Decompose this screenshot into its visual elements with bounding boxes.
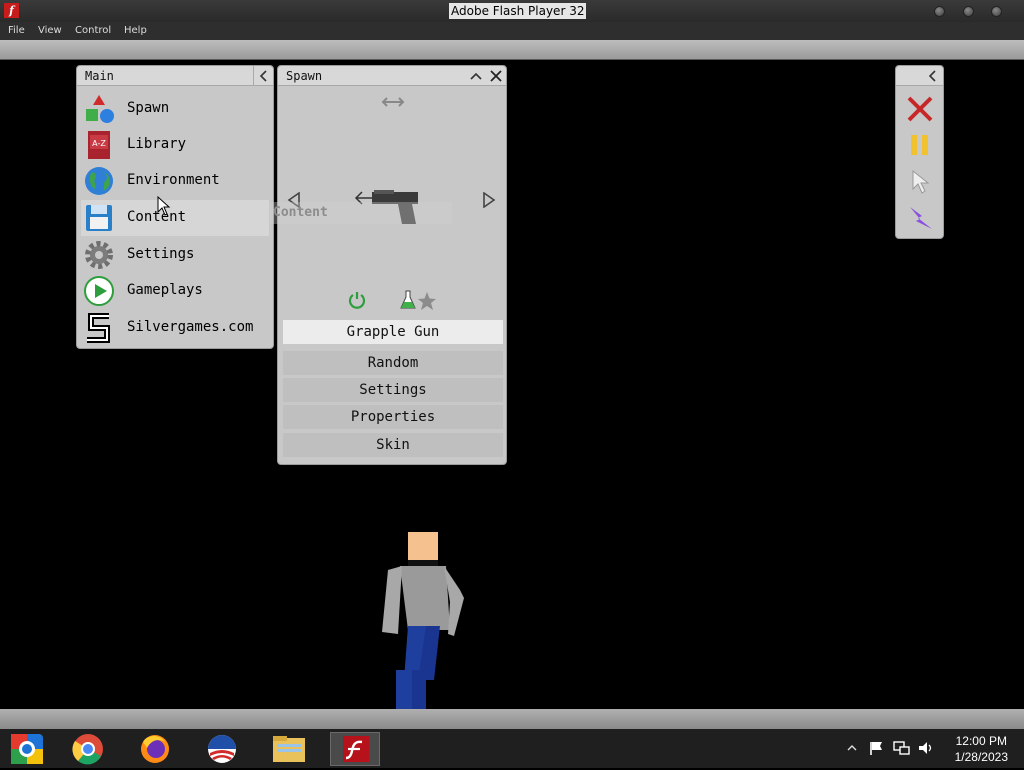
tool-panel [895, 65, 944, 239]
system-clock[interactable]: 12:00 PM 1/28/2023 [955, 733, 1008, 765]
menu-help[interactable]: Help [124, 25, 147, 36]
spawn-selected-item[interactable]: Grapple Gun [283, 320, 503, 344]
flash-player-icon [343, 736, 369, 762]
close-icon [490, 70, 502, 82]
firefox-icon [141, 735, 169, 763]
maximize-button[interactable] [963, 6, 974, 17]
gear-icon [85, 241, 113, 269]
spawn-selected-label: Grapple Gun [346, 324, 440, 340]
main-panel-header: Main [77, 66, 273, 86]
play-icon [84, 276, 114, 306]
lightning-tool-icon[interactable] [906, 204, 934, 232]
obama-logo-icon [208, 735, 236, 763]
spawn-option-label: Properties [350, 409, 436, 425]
menu-view[interactable]: View [38, 25, 62, 36]
taskbar-app[interactable] [7, 732, 47, 766]
collapse-tools-button[interactable] [923, 66, 943, 86]
main-item-gameplays[interactable]: Gameplays [81, 273, 269, 309]
main-panel-title: Main [85, 69, 114, 83]
spawn-option-properties[interactable]: Properties [283, 405, 503, 429]
spawn-option-label: Random [367, 355, 419, 371]
main-item-library[interactable]: A-Z Library [81, 127, 269, 163]
spawn-panel-title: Spawn [286, 69, 323, 83]
power-reset-icon[interactable] [347, 290, 367, 310]
clock-date: 1/28/2023 [954, 750, 1008, 764]
silvergames-logo-icon [87, 313, 110, 343]
window-title-bar: f Adobe Flash Player 32 [0, 0, 1024, 22]
flask-star-icon[interactable] [400, 289, 438, 311]
file-explorer-icon [273, 736, 305, 762]
main-item-environment[interactable]: Environment [81, 163, 269, 199]
main-item-spawn[interactable]: Spawn [81, 91, 269, 127]
chrome-icon [72, 734, 103, 765]
main-item-label: Gameplays [127, 282, 203, 298]
network-icon[interactable] [892, 740, 910, 756]
minimize-button[interactable] [934, 6, 945, 17]
main-item-label: Silvergames.com [127, 319, 254, 335]
main-panel: Main Spawn A-Z Library Environment Conte… [76, 65, 274, 349]
ragdoll-character[interactable] [378, 530, 468, 710]
clock-time: 12:00 PM [955, 734, 1007, 748]
window-title: Adobe Flash Player 32 [449, 3, 587, 19]
spawn-panel: Spawn Grapple Gun Random Settings Proper… [277, 65, 507, 465]
show-hidden-icons-icon[interactable] [846, 743, 858, 753]
chevron-left-icon [259, 70, 267, 82]
spawn-option-random[interactable]: Random [283, 351, 503, 375]
main-item-label: Library [127, 136, 187, 152]
taskbar-app[interactable] [68, 732, 108, 766]
spawn-option-settings[interactable]: Settings [283, 378, 503, 402]
collapse-up-button[interactable] [466, 66, 486, 86]
mouse-cursor-icon [157, 196, 171, 216]
main-item-label: Settings [127, 246, 195, 262]
book-glyph: A-Z [92, 139, 106, 148]
main-item-silvergames[interactable]: Silvergames.com [81, 310, 269, 346]
toolbar-strip [0, 40, 1024, 60]
globe-icon [85, 167, 113, 195]
next-item-icon[interactable] [482, 192, 496, 208]
flip-arrows-icon[interactable] [380, 96, 406, 108]
taskbar-app[interactable] [269, 732, 309, 766]
floppy-disk-icon [86, 205, 112, 231]
internet-explorer-icon [11, 734, 43, 764]
shapes-icon [86, 95, 114, 123]
main-item-label: Spawn [127, 100, 170, 116]
delete-tool-icon[interactable] [906, 95, 934, 123]
flag-icon[interactable] [868, 740, 884, 756]
main-item-content[interactable]: Content [81, 200, 269, 236]
main-item-label: Environment [127, 172, 220, 188]
close-panel-button[interactable] [486, 66, 506, 86]
hover-tooltip: Content [270, 202, 452, 224]
collapse-left-button[interactable] [253, 66, 273, 86]
taskbar-app-active[interactable] [330, 732, 380, 766]
spawn-option-label: Skin [376, 437, 410, 453]
spawn-option-skin[interactable]: Skin [283, 433, 503, 457]
pointer-tool-icon[interactable] [911, 169, 933, 195]
close-window-button[interactable] [991, 6, 1002, 17]
menu-file[interactable]: File [8, 25, 25, 36]
pause-icon[interactable] [908, 133, 932, 157]
flash-icon: f [4, 3, 19, 18]
menu-bar: File View Control Help [0, 22, 1024, 40]
menu-control[interactable]: Control [75, 25, 111, 36]
volume-icon[interactable] [917, 740, 935, 756]
spawn-panel-header: Spawn [278, 66, 506, 86]
bottom-strip [0, 709, 1024, 729]
chevron-up-icon [470, 72, 482, 80]
spawn-option-label: Settings [359, 382, 427, 398]
main-item-settings[interactable]: Settings [81, 237, 269, 273]
taskbar-app[interactable] [202, 732, 242, 766]
chevron-left-icon [928, 70, 936, 82]
tool-panel-header [896, 66, 943, 86]
book-icon: A-Z [88, 131, 110, 159]
taskbar-app[interactable] [135, 732, 175, 766]
